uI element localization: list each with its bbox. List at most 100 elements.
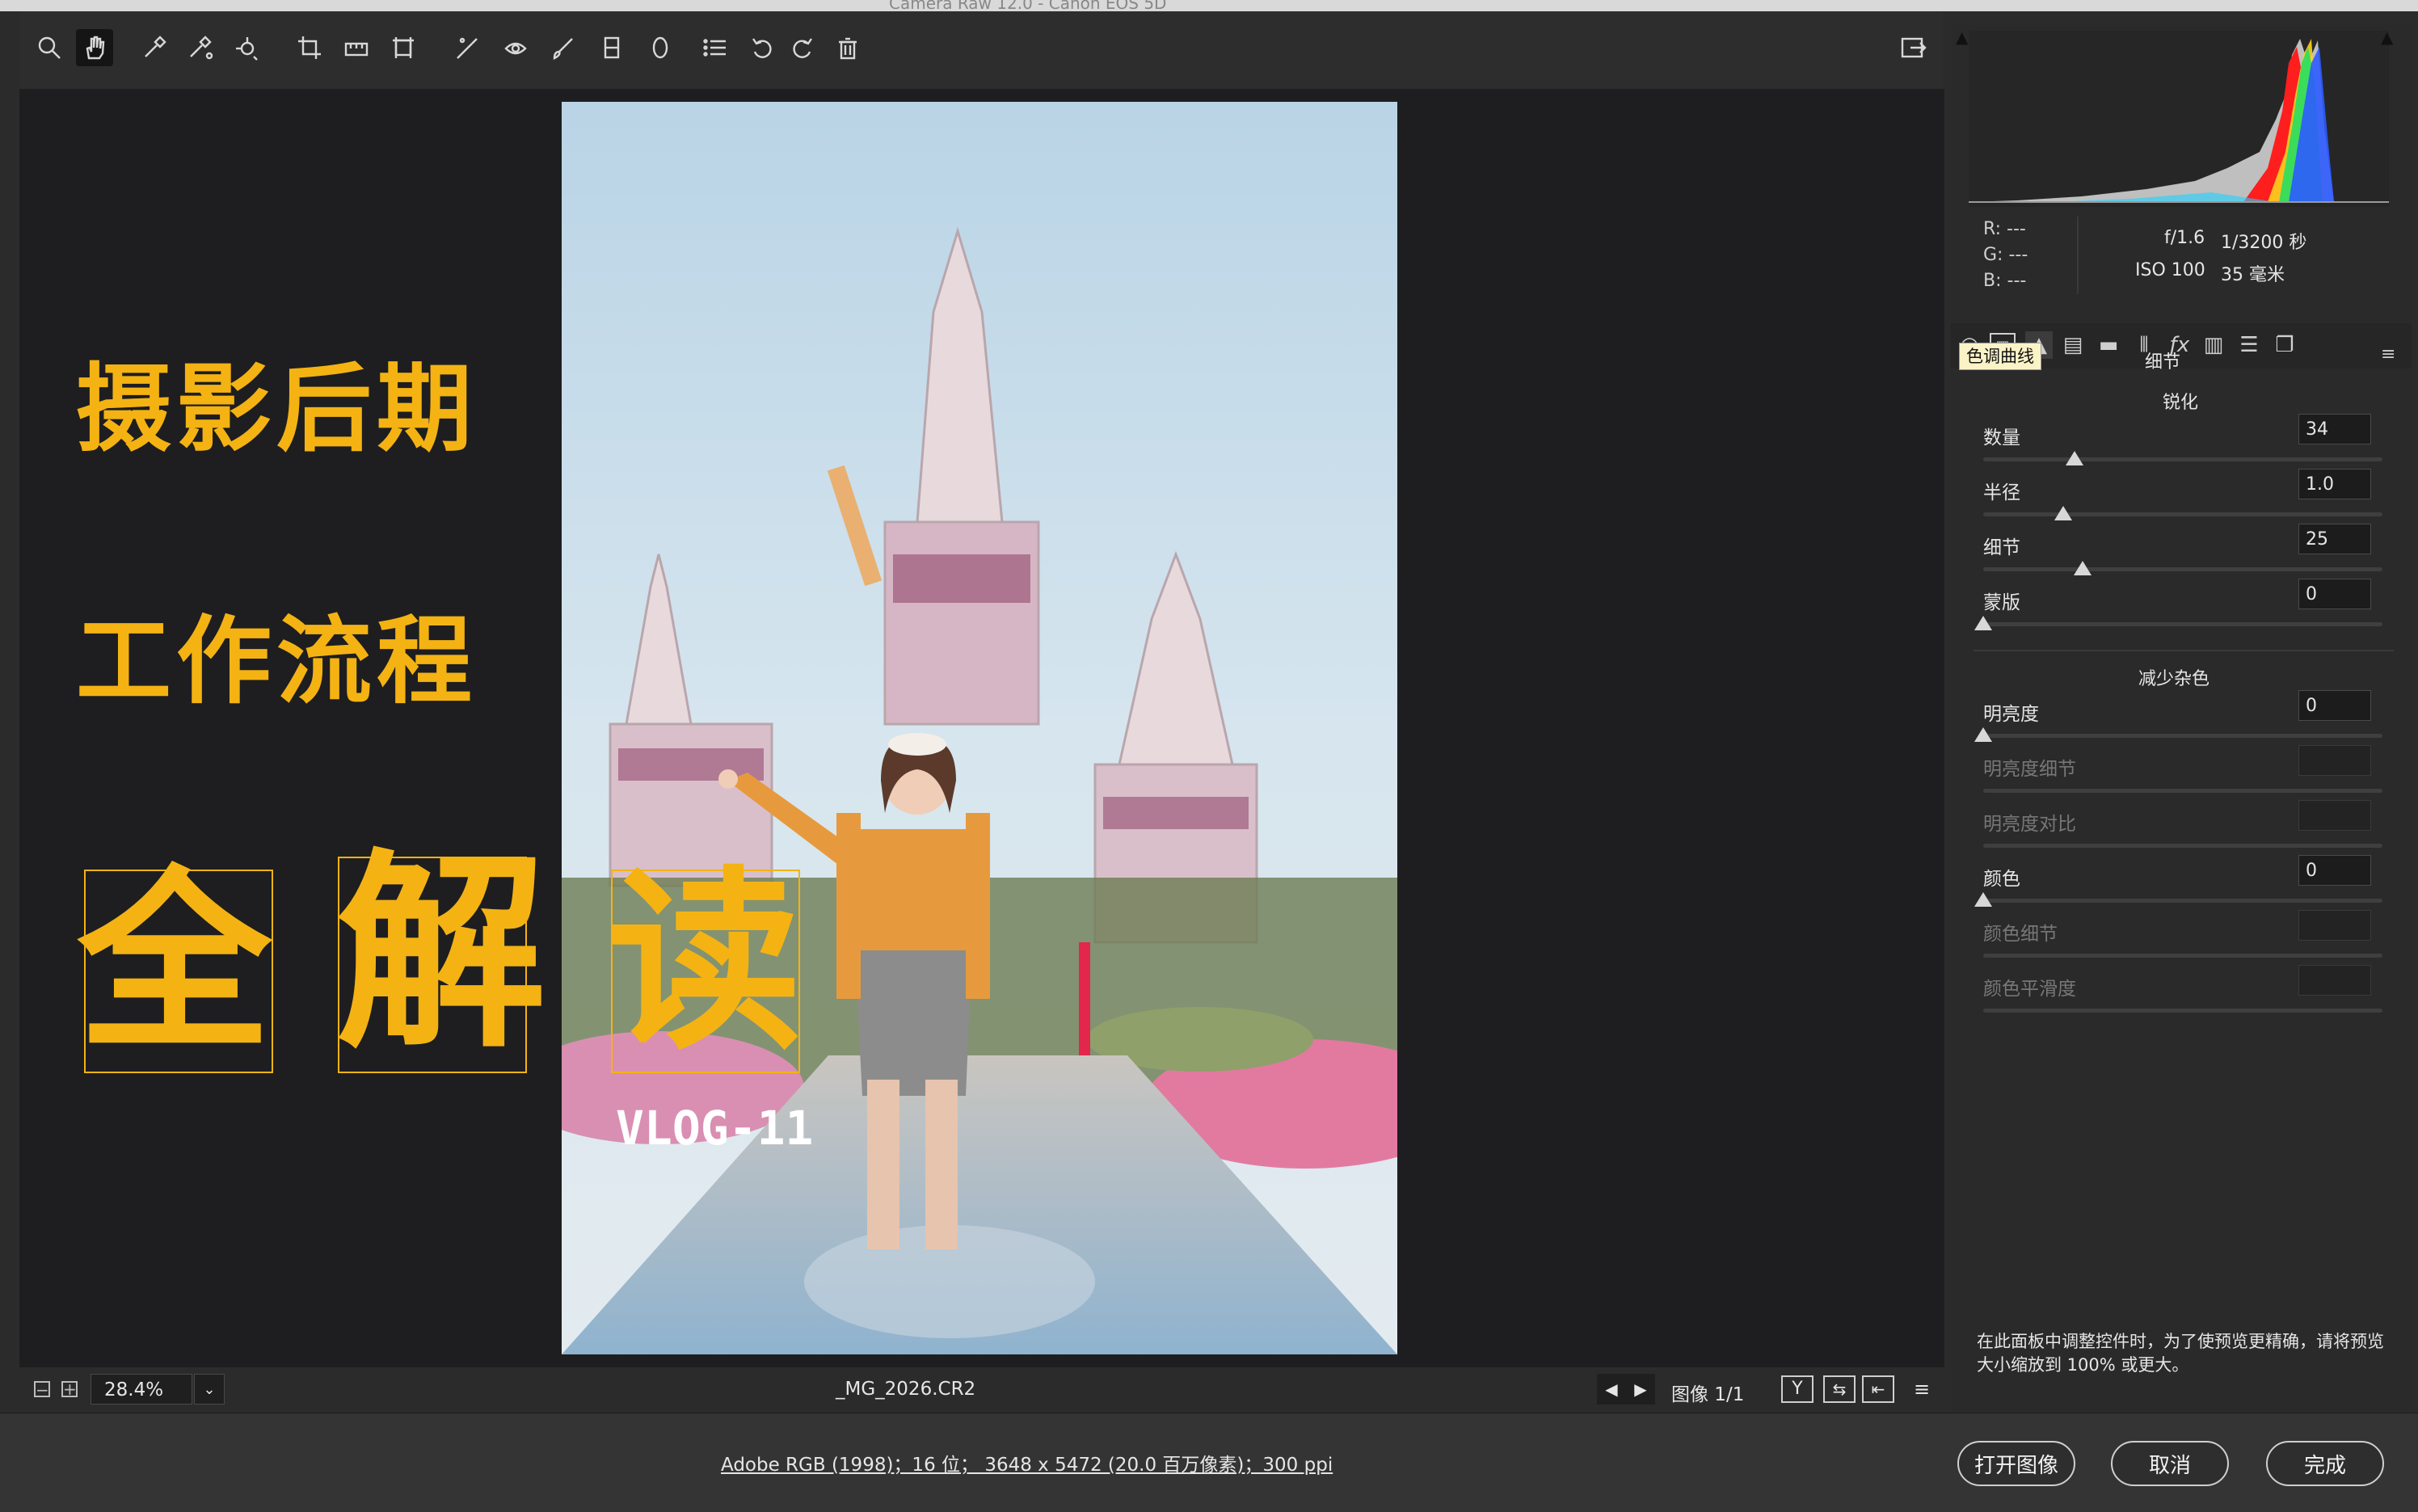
split-toning-tab-icon[interactable]: ▬ bbox=[2095, 331, 2122, 359]
open-image-button[interactable]: 打开图像 bbox=[1957, 1441, 2075, 1486]
focal-length-value: 35 毫米 bbox=[2221, 265, 2285, 285]
slider-luminance-contrast-label: 明亮度对比 bbox=[1983, 814, 2076, 835]
color-sampler-tool-icon[interactable] bbox=[181, 29, 218, 66]
calibration-tab-film-icon[interactable]: ▥ bbox=[2200, 331, 2227, 359]
shadow-clipping-warning-icon[interactable]: ▲ bbox=[1956, 27, 1968, 47]
rotate-right-icon[interactable] bbox=[784, 29, 821, 66]
slider-color-detail-label: 颜色细节 bbox=[1983, 924, 2058, 945]
slider-luminance-value[interactable]: 0 bbox=[2298, 690, 2371, 721]
graduated-filter-tool-icon[interactable] bbox=[593, 29, 630, 66]
image-canvas[interactable]: 摄影后期 工作流程 全 解 读 VLOG-11 bbox=[19, 89, 1944, 1367]
slider-color-detail-value bbox=[2298, 910, 2371, 941]
slider-luminance-contrast-value bbox=[2298, 800, 2371, 831]
preview-image bbox=[562, 102, 1397, 1354]
slider-luminance-contrast-track bbox=[1983, 844, 2382, 848]
r-label: R: bbox=[1983, 219, 2002, 239]
swap-settings-icon[interactable]: ⇆ bbox=[1823, 1375, 1856, 1403]
status-bar: − + 28.4% ⌄ _MG_2026.CR2 ◀ ▶ 图像 1/1 Y ⇆ … bbox=[19, 1367, 1944, 1413]
adjustment-brush-tool-icon[interactable] bbox=[545, 29, 582, 66]
toolbar bbox=[19, 11, 1943, 89]
done-button[interactable]: 完成 bbox=[2266, 1441, 2384, 1486]
radial-filter-tool-icon[interactable] bbox=[642, 29, 679, 66]
zoom-tool-icon[interactable] bbox=[31, 29, 68, 66]
targeted-adjustment-tool-icon[interactable] bbox=[228, 29, 265, 66]
r-value: --- bbox=[2007, 219, 2026, 239]
panel-menu-icon[interactable]: ≡ bbox=[2381, 344, 2395, 364]
zoom-out-button[interactable]: − bbox=[34, 1381, 50, 1398]
slider-color-smoothness-value bbox=[2298, 965, 2371, 996]
white-balance-tool-icon[interactable] bbox=[136, 29, 173, 66]
workflow-options-link[interactable]: Adobe RGB (1998)；16 位； 3648 x 5472 (20.0… bbox=[721, 1449, 1333, 1476]
zoom-dropdown-chevron-icon[interactable]: ⌄ bbox=[194, 1374, 225, 1405]
b-label: B: bbox=[1983, 271, 2002, 291]
before-after-view-icon[interactable]: Y bbox=[1781, 1375, 1814, 1403]
slider-luminance-detail-label: 明亮度细节 bbox=[1983, 759, 2076, 780]
overlay-big-char-1: 全 bbox=[78, 848, 272, 1076]
overlay-title-line1: 摄影后期 bbox=[76, 352, 478, 465]
slider-luminance-thumb[interactable] bbox=[1974, 727, 1992, 742]
overlay-big-char-3: 读 bbox=[608, 848, 802, 1076]
slider-color-track[interactable] bbox=[1983, 899, 2382, 903]
delete-icon[interactable] bbox=[829, 29, 866, 66]
overlay-vlog-label: VLOG-11 bbox=[616, 1101, 814, 1156]
slider-masking-value[interactable]: 0 bbox=[2298, 579, 2371, 609]
footer-bar: Adobe RGB (1998)；16 位； 3648 x 5472 (20.0… bbox=[0, 1413, 2418, 1512]
iso-value: ISO 100 bbox=[2135, 260, 2205, 280]
panel-title: 细节 bbox=[2145, 352, 2181, 373]
red-eye-tool-icon[interactable] bbox=[496, 29, 533, 66]
slider-detail-track[interactable] bbox=[1983, 567, 2382, 571]
slider-radius-value[interactable]: 1.0 bbox=[2298, 469, 2371, 499]
slider-detail-value[interactable]: 25 bbox=[2298, 524, 2371, 554]
straighten-tool-icon[interactable] bbox=[338, 29, 375, 66]
overlay-title-line2: 工作流程 bbox=[76, 604, 478, 717]
transform-tool-icon[interactable] bbox=[385, 29, 422, 66]
right-panel: ▲ ▲ R: --- G: --- B: --- f/1.6 1/3200 秒 … bbox=[1951, 24, 2412, 1413]
highlight-clipping-warning-icon[interactable]: ▲ bbox=[2381, 27, 2393, 47]
hsl-tab-icon[interactable]: ▤ bbox=[2059, 331, 2087, 359]
slider-luminance-detail-track bbox=[1983, 789, 2382, 793]
spot-removal-tool-icon[interactable] bbox=[449, 29, 487, 66]
slider-amount-thumb[interactable] bbox=[2066, 451, 2083, 465]
previous-image-arrow-icon[interactable]: ◀ bbox=[1597, 1374, 1626, 1405]
zoom-level-field[interactable]: 28.4% bbox=[91, 1374, 192, 1405]
slider-color-value[interactable]: 0 bbox=[2298, 855, 2371, 886]
panel-note: 在此面板中调整控件时，为了使预览更精确，请将预览大小缩放到 100% 或更大。 bbox=[1977, 1332, 2384, 1375]
slider-detail-thumb[interactable] bbox=[2074, 561, 2092, 575]
slider-luminance-track[interactable] bbox=[1983, 734, 2382, 738]
rgb-readout: R: --- G: --- B: --- bbox=[1983, 217, 2028, 294]
slider-color-thumb[interactable] bbox=[1974, 892, 1992, 907]
readout-divider bbox=[2077, 217, 2079, 294]
zoom-in-button[interactable]: + bbox=[61, 1381, 78, 1397]
noise-reduction-section-header: 减少杂色 bbox=[2138, 669, 2210, 689]
next-image-arrow-icon[interactable]: ▶ bbox=[1626, 1374, 1655, 1405]
slider-radius-thumb[interactable] bbox=[2054, 506, 2072, 520]
histogram bbox=[1969, 31, 2389, 207]
sharpen-section-header: 锐化 bbox=[2163, 393, 2199, 413]
slider-radius-track[interactable] bbox=[1983, 512, 2382, 516]
slider-color-detail-track bbox=[1983, 954, 2382, 958]
crop-tool-icon[interactable] bbox=[291, 29, 328, 66]
g-label: G: bbox=[1983, 245, 2003, 265]
window-title-bar: Camera Raw 12.0 - Canon EOS 5D bbox=[0, 0, 2418, 13]
toggle-fullscreen-icon[interactable] bbox=[1894, 29, 1931, 66]
slider-masking-track[interactable] bbox=[1983, 622, 2382, 626]
slider-color-smoothness-label: 颜色平滑度 bbox=[1983, 979, 2076, 1000]
slider-amount-track[interactable] bbox=[1983, 457, 2382, 461]
copy-settings-icon[interactable]: ⇤ bbox=[1862, 1375, 1894, 1403]
rotate-left-icon[interactable] bbox=[744, 29, 781, 66]
overlay-big-char-2: 解 bbox=[336, 830, 546, 1076]
hand-tool-icon[interactable] bbox=[76, 29, 113, 66]
presets-list-icon[interactable] bbox=[697, 29, 734, 66]
aperture-value: f/1.6 bbox=[2164, 228, 2205, 248]
section-divider bbox=[1974, 650, 2394, 651]
slider-masking-thumb[interactable] bbox=[1974, 616, 1992, 630]
slider-color-smoothness-track bbox=[1983, 1009, 2382, 1013]
preview-preferences-icon[interactable]: ≡ bbox=[1906, 1375, 1938, 1403]
slider-amount-value[interactable]: 34 bbox=[2298, 414, 2371, 444]
slider-amount-label: 数量 bbox=[1983, 427, 2020, 449]
presets-tab-sliders-icon[interactable]: ☰ bbox=[2235, 331, 2263, 359]
slider-color-label: 颜色 bbox=[1983, 869, 2020, 890]
cancel-button[interactable]: 取消 bbox=[2111, 1441, 2229, 1486]
slider-luminance-label: 明亮度 bbox=[1983, 704, 2039, 725]
snapshots-tab-icon[interactable]: ❐ bbox=[2271, 331, 2298, 359]
